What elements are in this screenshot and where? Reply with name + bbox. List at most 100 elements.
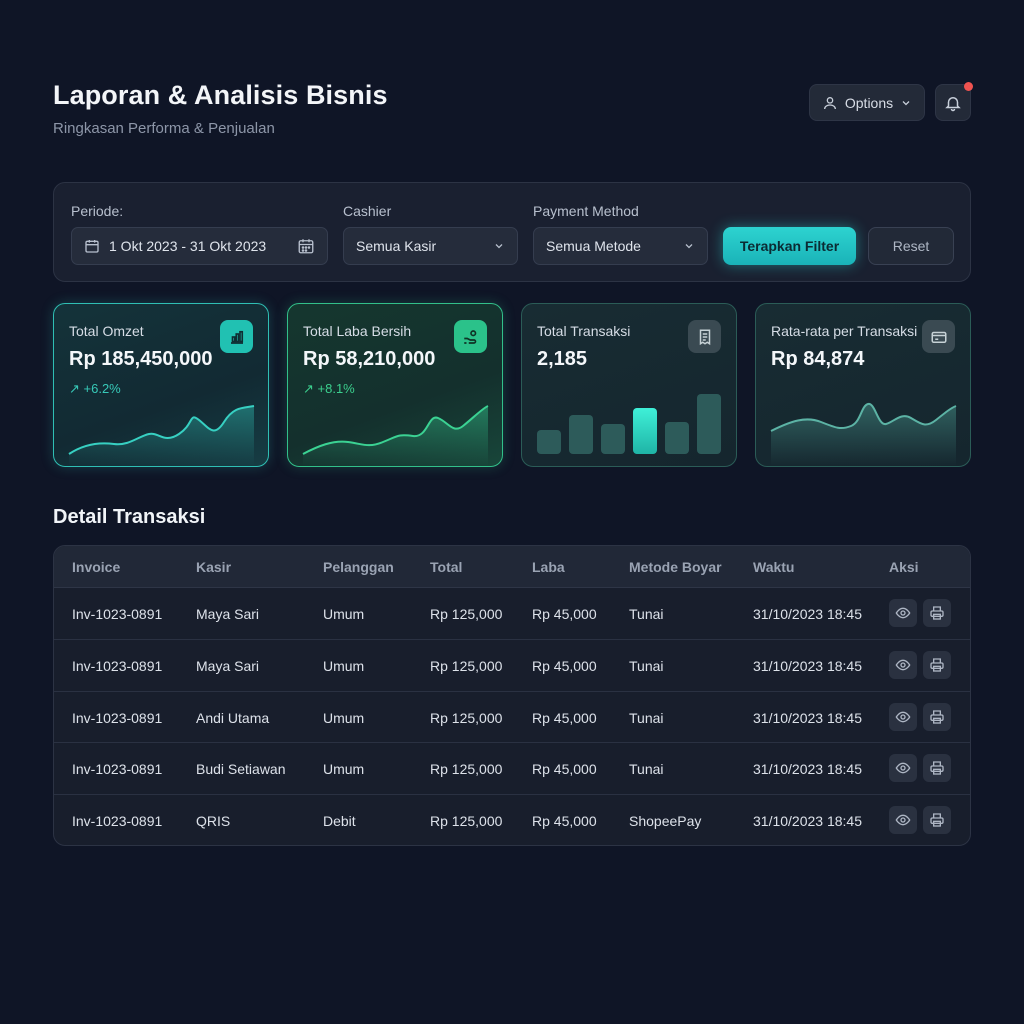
bar xyxy=(697,394,721,454)
user-icon xyxy=(823,96,836,109)
omzet-trend-sparkline xyxy=(68,405,255,466)
cell-invoice: Inv-1023-0891 xyxy=(72,761,163,778)
cell-waktu: 31/10/2023 18:45 xyxy=(753,709,862,726)
laba-trend-sparkline xyxy=(302,405,489,466)
cell-invoice: Inv-1023-0891 xyxy=(72,606,163,622)
eye-icon xyxy=(895,763,911,774)
stat-value: Rp 58,210,000 xyxy=(303,348,436,370)
cashier-label: Cashier xyxy=(343,203,392,219)
stat-label: Rata-rata per Transaksi xyxy=(771,323,918,339)
page-title: Laporan & Analisis Bisnis xyxy=(53,80,388,110)
cashier-select[interactable]: Semua Kasir xyxy=(343,227,518,265)
cell-metode: Tunai xyxy=(629,606,664,622)
eye-icon xyxy=(895,711,911,722)
cell-total: Rp 125,000 xyxy=(430,813,503,830)
view-button[interactable] xyxy=(889,599,917,627)
stat-label: Total Omzet xyxy=(69,323,144,339)
cell-metode: Tunai xyxy=(629,761,664,778)
reset-button[interactable]: Reset xyxy=(868,227,954,265)
table-row[interactable]: Inv-1023-0891 Andi Utama Umum Rp 125,000… xyxy=(54,692,970,744)
cell-total: Rp 125,000 xyxy=(430,709,503,726)
cell-invoice: Inv-1023-0891 xyxy=(72,709,163,726)
column-header-metode-bayar[interactable]: Metode Boyar xyxy=(629,559,722,575)
cell-metode: Tunai xyxy=(629,709,664,726)
table-row[interactable]: Inv-1023-0891 Budi Setiawan Umum Rp 125,… xyxy=(54,743,970,796)
payment-method-value: Semua Metode xyxy=(546,238,641,254)
options-label: Options xyxy=(844,94,894,111)
bar xyxy=(537,430,561,454)
bar xyxy=(601,424,625,454)
column-header-total[interactable]: Total xyxy=(430,559,462,575)
cell-kasir: Maya Sari xyxy=(196,657,260,674)
column-header-laba[interactable]: Laba xyxy=(532,559,565,575)
chevron-down-icon xyxy=(685,244,693,249)
column-header-invoice[interactable]: Invoice xyxy=(72,559,120,575)
calendar-grid-icon[interactable] xyxy=(297,237,315,255)
cell-laba: Rp 45,000 xyxy=(532,606,597,622)
table-row[interactable]: Inv-1023-0891 QRIS Debit Rp 125,000 Rp 4… xyxy=(54,795,970,845)
printer-icon xyxy=(930,709,944,724)
print-button[interactable] xyxy=(923,650,951,679)
filter-panel: Periode: 1 Okt 2023 - 31 Okt 2023 Cashie… xyxy=(53,182,971,282)
cell-pelanggan: Debit xyxy=(323,813,356,830)
cell-total: Rp 125,000 xyxy=(430,606,503,622)
stat-value: 2,185 xyxy=(537,348,588,370)
payment-method-select[interactable]: Semua Metode xyxy=(533,227,708,265)
cell-invoice: Inv-1023-0891 xyxy=(72,813,163,830)
cell-metode: Tunai xyxy=(629,657,664,674)
printer-icon xyxy=(930,813,944,827)
apply-filter-button[interactable]: Terapkan Filter xyxy=(723,227,856,265)
cell-pelanggan: Umum xyxy=(323,761,365,778)
stat-card-total-transaksi: Total Transaksi 2,185 xyxy=(521,303,737,467)
options-button[interactable]: Options xyxy=(809,84,925,121)
notification-dot xyxy=(964,82,973,91)
view-button[interactable] xyxy=(889,806,917,835)
transactions-table: Invoice Kasir Pelanggan Total Laba Metod… xyxy=(53,545,971,846)
page-subtitle: Ringkasan Performa & Penjualan xyxy=(53,120,275,137)
bar xyxy=(569,415,593,454)
cell-pelanggan: Umum xyxy=(323,709,365,726)
print-button[interactable] xyxy=(923,702,951,731)
bar-chart-icon xyxy=(220,320,253,353)
column-header-waktu[interactable]: Waktu xyxy=(753,559,794,575)
cell-kasir: Maya Sari xyxy=(196,606,260,622)
cell-total: Rp 125,000 xyxy=(430,657,503,674)
notification-button[interactable] xyxy=(935,82,973,121)
cell-kasir: Andi Utama xyxy=(196,709,270,726)
cell-metode: ShopeePay xyxy=(629,813,702,830)
printer-icon xyxy=(930,761,944,776)
cell-total: Rp 125,000 xyxy=(430,761,503,778)
print-button[interactable] xyxy=(923,754,951,783)
stat-value: Rp 84,874 xyxy=(771,348,865,370)
cell-laba: Rp 45,000 xyxy=(532,813,597,830)
chevron-down-icon xyxy=(902,100,910,105)
column-header-kasir[interactable]: Kasir xyxy=(196,559,231,575)
cell-kasir: QRIS xyxy=(196,813,231,830)
period-label: Periode: xyxy=(71,203,124,219)
top-actions: Options xyxy=(809,82,973,121)
cell-pelanggan: Umum xyxy=(323,657,365,674)
printer-icon xyxy=(930,658,944,672)
cell-waktu: 31/10/2023 18:45 xyxy=(753,813,862,830)
print-button[interactable] xyxy=(923,599,951,627)
stat-card-total-laba-bersih: Total Laba Bersih Rp 58,210,000 ↗ +8.1% xyxy=(287,303,503,467)
receipt-icon xyxy=(688,320,721,353)
cell-waktu: 31/10/2023 18:45 xyxy=(753,657,862,674)
stat-card-total-omzet: Total Omzet Rp 185,450,000 ↗ +6.2% xyxy=(53,303,269,467)
column-header-pelanggan[interactable]: Pelanggan xyxy=(323,559,394,575)
cell-invoice: Inv-1023-0891 xyxy=(72,657,163,674)
cell-laba: Rp 45,000 xyxy=(532,709,597,726)
table-row[interactable]: Inv-1023-0891 Maya Sari Umum Rp 125,000 … xyxy=(54,588,970,640)
view-button[interactable] xyxy=(889,650,917,679)
view-button[interactable] xyxy=(889,754,917,783)
view-button[interactable] xyxy=(889,702,917,731)
eye-icon xyxy=(895,814,911,826)
print-button[interactable] xyxy=(923,806,951,835)
cell-kasir: Budi Setiawan xyxy=(196,761,286,778)
period-date-range-input[interactable]: 1 Okt 2023 - 31 Okt 2023 xyxy=(71,227,328,265)
stat-label: Total Laba Bersih xyxy=(303,323,412,339)
hand-coin-icon xyxy=(454,320,487,353)
table-row[interactable]: Inv-1023-0891 Maya Sari Umum Rp 125,000 … xyxy=(54,640,970,692)
credit-card-icon xyxy=(922,320,955,353)
printer-icon xyxy=(930,606,944,620)
